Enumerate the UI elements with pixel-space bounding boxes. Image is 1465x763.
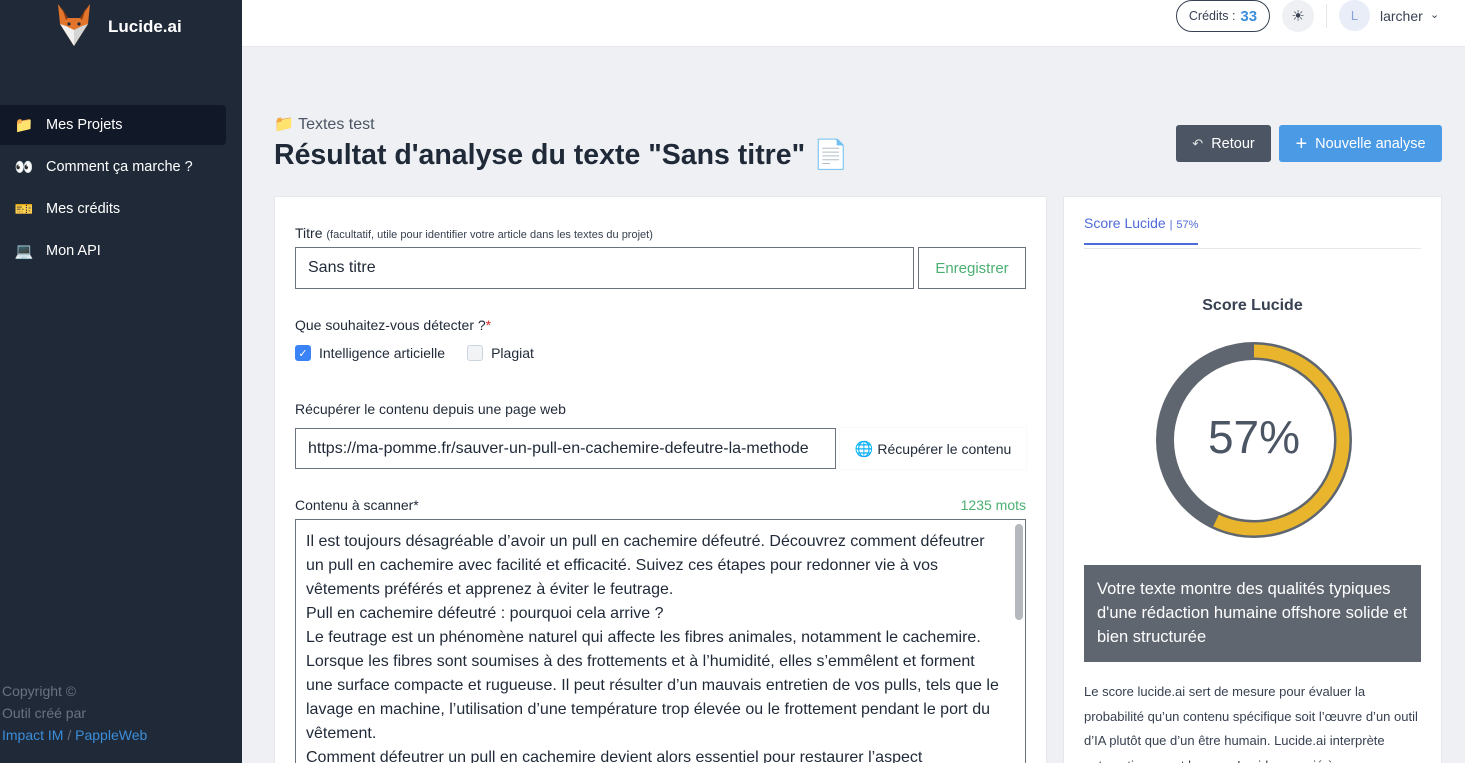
title-label: Titre (facultatif, utile pour identifier…	[295, 225, 653, 241]
sidebar-item-label: Mes crédits	[46, 201, 121, 217]
plagiarism-checkbox[interactable]	[467, 345, 484, 361]
sidebar-nav: 📁 Mes Projets 👀 Comment ça marche ? 🎫 Me…	[0, 105, 226, 273]
credits-value: 33	[1240, 7, 1258, 25]
avatar[interactable]: L	[1339, 0, 1370, 31]
tab-separator: |	[1169, 219, 1173, 231]
url-input[interactable]: https://ma-pomme.fr/sauver-un-pull-en-ca…	[295, 428, 836, 469]
analysis-form-card: Titre (facultatif, utile pour identifier…	[274, 196, 1047, 763]
globe-icon: 🌐	[854, 440, 874, 458]
required-marker: *	[485, 317, 492, 333]
sidebar-item-label: Comment ça marche ?	[46, 159, 193, 175]
app-name[interactable]: Lucide.ai	[108, 17, 182, 37]
folder-icon: 📁	[14, 117, 34, 134]
option-label: Intelligence articielle	[319, 345, 446, 361]
topbar: Crédits : 33 ☀ L larcher ⌄	[242, 0, 1465, 47]
fox-logo-icon	[58, 4, 90, 46]
content-paragraph: Il est toujours désagréable d’avoir un p…	[306, 533, 985, 598]
plus-icon: +	[1295, 132, 1308, 155]
chevron-down-icon[interactable]: ⌄	[1430, 8, 1439, 21]
content-paragraph: Le feutrage est un phénomène naturel qui…	[306, 629, 999, 742]
score-title: Score Lucide	[1202, 297, 1303, 314]
theme-toggle-button[interactable]: ☀	[1282, 0, 1314, 32]
score-explanation: Le score lucide.ai sert de mesure pour é…	[1084, 684, 1418, 763]
back-button-label: Retour	[1211, 135, 1255, 152]
tab-label: Score Lucide	[1084, 215, 1166, 231]
new-analysis-button[interactable]: + Nouvelle analyse	[1279, 125, 1442, 162]
copyright-line: Copyright ©	[2, 683, 77, 699]
breadcrumb[interactable]: 📁 Textes test	[274, 114, 375, 134]
logo[interactable]	[54, 2, 94, 48]
new-analysis-label: Nouvelle analyse	[1315, 135, 1426, 152]
option-ai[interactable]: ✓ Intelligence articielle	[295, 345, 445, 361]
sidebar-item-label: Mes Projets	[46, 117, 123, 133]
eyes-icon: 👀	[14, 159, 34, 176]
detect-label: Que souhaitez-vous détecter ?*	[295, 317, 491, 333]
tab-divider	[1084, 248, 1421, 249]
save-button[interactable]: Enregistrer	[918, 247, 1026, 289]
option-plagiarism[interactable]: Plagiat	[467, 345, 534, 361]
tab-score-lucide[interactable]: Score Lucide | 57%	[1084, 215, 1199, 245]
impact-im-link[interactable]: Impact IM	[2, 727, 63, 743]
sun-icon: ☀	[1291, 8, 1305, 25]
content-textarea[interactable]: Il est toujours désagréable d’avoir un p…	[295, 519, 1026, 763]
url-label: Récupérer le contenu depuis une page web	[295, 401, 566, 417]
credits-badge[interactable]: Crédits : 33	[1176, 0, 1270, 32]
sidebar-item-how-it-works[interactable]: 👀 Comment ça marche ?	[0, 147, 226, 187]
ai-checkbox[interactable]: ✓	[295, 345, 311, 361]
textarea-scrollbar[interactable]	[1015, 524, 1023, 620]
divider	[1326, 4, 1327, 28]
back-button[interactable]: ↶ Retour	[1176, 125, 1271, 162]
laptop-icon: 💻	[14, 243, 34, 260]
title-label-text: Titre	[295, 225, 323, 241]
appleweb-link[interactable]: PappleWeb	[75, 727, 147, 743]
ticket-icon: 🎫	[14, 201, 34, 218]
title-input[interactable]: Sans titre	[295, 247, 914, 289]
detect-options: ✓ Intelligence articielle Plagiat	[295, 345, 556, 361]
sidebar-item-label: Mon API	[46, 243, 101, 259]
content-paragraph: Comment défeutrer un pull en cachemire d…	[306, 749, 923, 763]
credits-label: Crédits :	[1188, 9, 1236, 23]
undo-arrow-icon: ↶	[1192, 135, 1204, 151]
title-hint: (facultatif, utile pour identifier votre…	[326, 229, 653, 241]
sidebar: Lucide.ai 📁 Mes Projets 👀 Comment ça mar…	[0, 0, 242, 763]
score-value: 57%	[1207, 411, 1301, 463]
tab-percent: 57%	[1176, 219, 1199, 231]
sidebar-item-credits[interactable]: 🎫 Mes crédits	[0, 189, 226, 229]
option-label: Plagiat	[491, 345, 534, 361]
content-paragraph: Pull en cachemire défeutré : pourquoi ce…	[306, 605, 664, 622]
sidebar-item-api[interactable]: 💻 Mon API	[0, 231, 226, 271]
username[interactable]: larcher	[1380, 8, 1423, 24]
fetch-content-label: Récupérer le contenu	[877, 440, 1012, 457]
word-count: 1235 mots	[960, 497, 1026, 513]
score-panel: Score Lucide | 57% Score Lucide 57% Votr…	[1063, 196, 1442, 763]
link-separator: /	[67, 727, 72, 743]
copyright: Copyright © Outil créé par Impact IM / P…	[2, 680, 147, 746]
page-title: Résultat d'analyse du texte "Sans titre"…	[274, 139, 849, 171]
verdict-box: Votre texte montre des qualités typiques…	[1084, 565, 1421, 662]
detect-label-text: Que souhaitez-vous détecter ?	[295, 317, 486, 333]
content-label: Contenu à scanner*	[295, 497, 419, 513]
sidebar-item-projects[interactable]: 📁 Mes Projets	[0, 105, 226, 145]
fetch-content-button[interactable]: 🌐 Récupérer le contenu	[840, 428, 1026, 469]
credits-line: Outil créé par	[2, 705, 87, 721]
